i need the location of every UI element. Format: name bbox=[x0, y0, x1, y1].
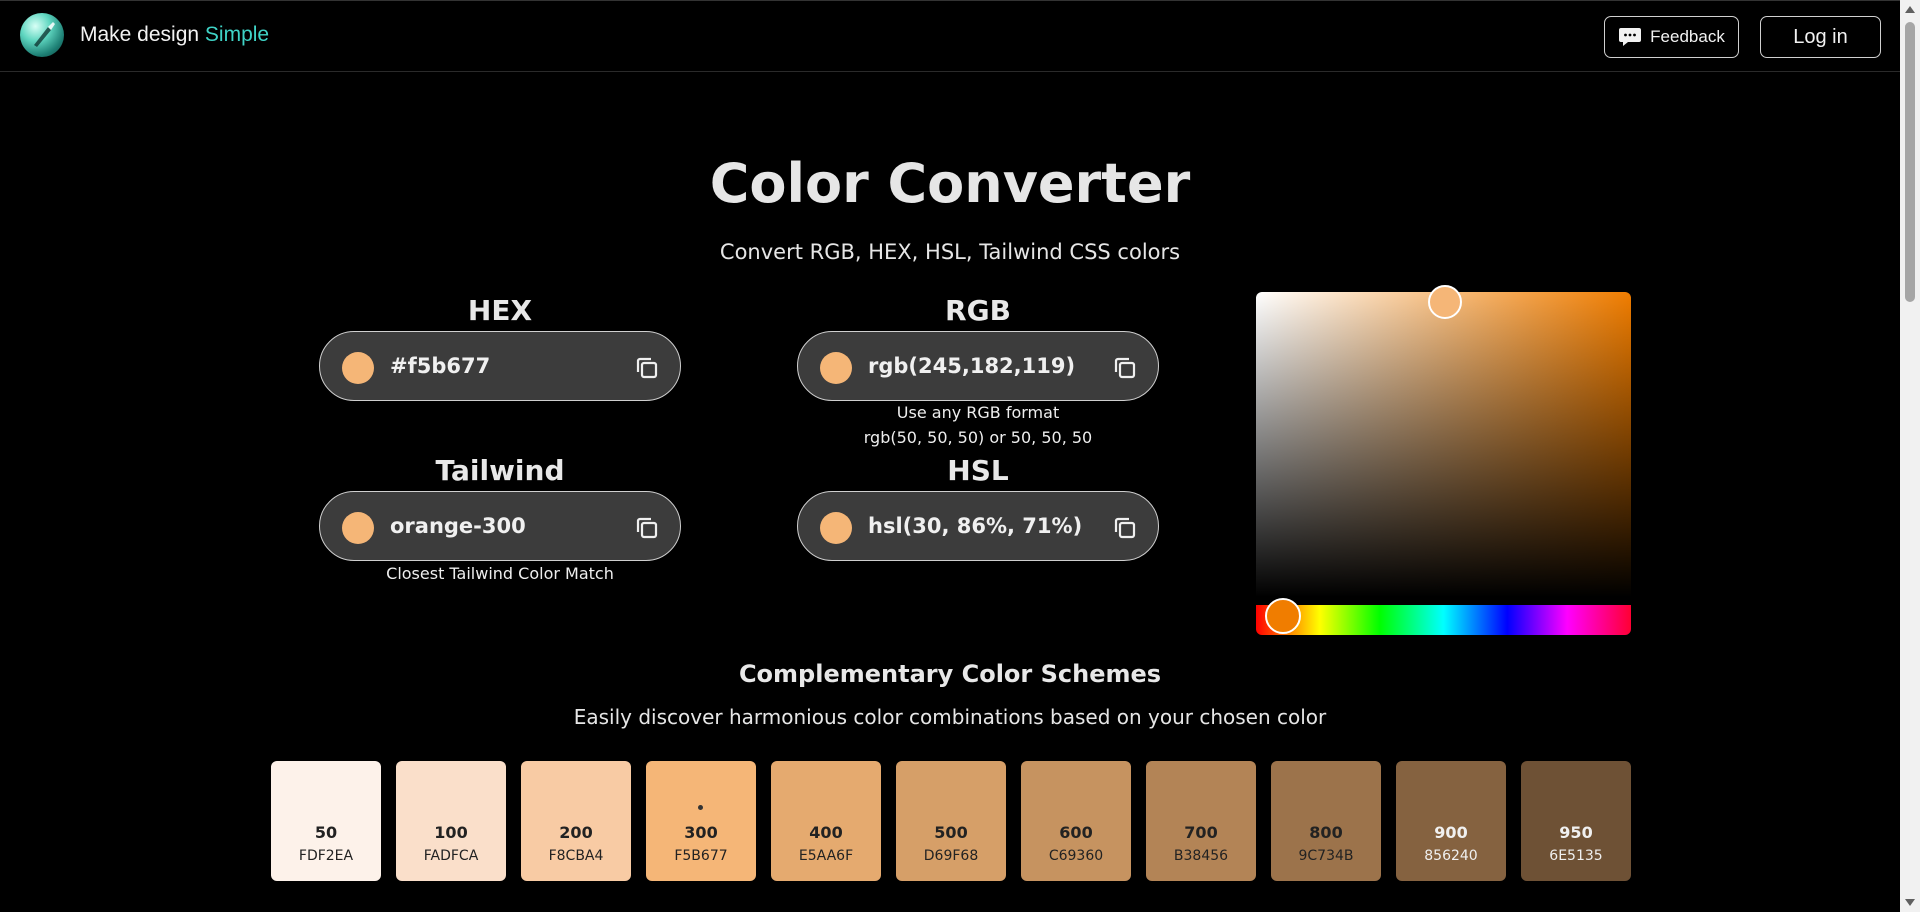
shade-tile-50[interactable]: 50 FDF2EA bbox=[271, 761, 381, 881]
rgb-hint: Use any RGB format rgb(50, 50, 50) or 50… bbox=[797, 400, 1159, 450]
shade-hex: C69360 bbox=[1048, 848, 1104, 864]
hex-color-swatch bbox=[342, 352, 374, 384]
rgb-hint-line-1: Use any RGB format bbox=[896, 403, 1060, 422]
shade-tile-600[interactable]: 600 C69360 bbox=[1021, 761, 1131, 881]
hsl-color-swatch bbox=[820, 512, 852, 544]
shade-hex: B38456 bbox=[1173, 848, 1229, 864]
shade-number: 600 bbox=[1059, 823, 1093, 842]
shade-tile-700[interactable]: 700 B38456 bbox=[1146, 761, 1256, 881]
copy-icon[interactable] bbox=[634, 355, 660, 381]
copy-icon[interactable] bbox=[1112, 355, 1138, 381]
shade-tile-950[interactable]: 950 6E5135 bbox=[1521, 761, 1631, 881]
shade-hex: F8CBA4 bbox=[548, 848, 604, 864]
brand-accent-text: Simple bbox=[204, 23, 270, 46]
shade-number: 400 bbox=[809, 823, 843, 842]
page-title: Color Converter bbox=[709, 152, 1191, 215]
brand-main-text: Make design bbox=[80, 23, 200, 46]
shade-tile-100[interactable]: 100 FADFCA bbox=[396, 761, 506, 881]
shade-tile-300[interactable]: 300 F5B677 bbox=[646, 761, 756, 881]
hsl-label: HSL bbox=[947, 454, 1009, 487]
scroll-up-arrow-icon[interactable] bbox=[1905, 6, 1915, 13]
page-subtitle: Convert RGB, HEX, HSL, Tailwind CSS colo… bbox=[719, 240, 1181, 264]
copy-icon[interactable] bbox=[634, 515, 660, 541]
shade-number: 100 bbox=[434, 823, 468, 842]
shade-tile-900[interactable]: 900 856240 bbox=[1396, 761, 1506, 881]
schemes-title: Complementary Color Schemes bbox=[738, 660, 1162, 688]
shade-palette: 50 FDF2EA 100 FADFCA 200 F8CBA4 300 F5B6… bbox=[271, 761, 1631, 881]
shade-tile-500[interactable]: 500 D69F68 bbox=[896, 761, 1006, 881]
page-scrollbar[interactable] bbox=[1900, 0, 1920, 912]
rgb-hint-line-2: rgb(50, 50, 50) or 50, 50, 50 bbox=[863, 428, 1093, 447]
feedback-button[interactable]: Feedback bbox=[1604, 16, 1739, 58]
hex-value[interactable]: #f5b677 bbox=[390, 354, 490, 378]
top-nav: Make design Simple Feedback Log in bbox=[0, 0, 1900, 72]
hsl-input[interactable]: hsl(30, 86%, 71%) bbox=[797, 491, 1159, 561]
shade-number: 300 bbox=[684, 823, 718, 842]
shade-number: 900 bbox=[1434, 823, 1468, 842]
shade-number: 800 bbox=[1309, 823, 1343, 842]
shade-hex: FADFCA bbox=[423, 848, 479, 864]
shade-number: 50 bbox=[314, 823, 338, 842]
shade-number: 200 bbox=[559, 823, 593, 842]
saturation-handle[interactable] bbox=[1428, 285, 1462, 319]
shade-number: 950 bbox=[1559, 823, 1593, 842]
tailwind-input[interactable]: orange-300 bbox=[319, 491, 681, 561]
chat-bubble-icon bbox=[1619, 28, 1642, 46]
brand-name[interactable]: Make design Simple bbox=[80, 23, 269, 47]
tailwind-value[interactable]: orange-300 bbox=[390, 514, 526, 538]
shade-tile-800[interactable]: 800 9C734B bbox=[1271, 761, 1381, 881]
tailwind-hint: Closest Tailwind Color Match bbox=[386, 564, 614, 583]
shade-hex: E5AA6F bbox=[798, 848, 854, 864]
tailwind-color-swatch bbox=[342, 512, 374, 544]
tailwind-label: Tailwind bbox=[435, 454, 565, 487]
hex-label: HEX bbox=[467, 294, 533, 327]
rgb-input[interactable]: rgb(245,182,119) bbox=[797, 331, 1159, 401]
hex-input[interactable]: #f5b677 bbox=[319, 331, 681, 401]
shade-number: 700 bbox=[1184, 823, 1218, 842]
logo-icon[interactable] bbox=[20, 13, 64, 57]
copy-icon[interactable] bbox=[1112, 515, 1138, 541]
scroll-down-arrow-icon[interactable] bbox=[1905, 899, 1915, 906]
shade-tile-200[interactable]: 200 F8CBA4 bbox=[521, 761, 631, 881]
scroll-thumb[interactable] bbox=[1905, 22, 1915, 302]
rgb-color-swatch bbox=[820, 352, 852, 384]
shade-hex: 6E5135 bbox=[1549, 848, 1603, 864]
shade-number: 500 bbox=[934, 823, 968, 842]
hue-slider[interactable] bbox=[1256, 605, 1631, 635]
saturation-value-picker[interactable] bbox=[1256, 292, 1631, 597]
shade-hex: 856240 bbox=[1424, 848, 1478, 864]
shade-hex: FDF2EA bbox=[298, 848, 354, 864]
login-label: Log in bbox=[1793, 25, 1848, 48]
login-button[interactable]: Log in bbox=[1760, 16, 1881, 58]
schemes-subtitle: Easily discover harmonious color combina… bbox=[573, 705, 1327, 729]
rgb-label: RGB bbox=[945, 294, 1011, 327]
shade-hex: 9C734B bbox=[1298, 848, 1354, 864]
rgb-value[interactable]: rgb(245,182,119) bbox=[868, 354, 1075, 378]
feedback-label: Feedback bbox=[1650, 27, 1725, 46]
shade-tile-400[interactable]: 400 E5AA6F bbox=[771, 761, 881, 881]
hue-handle[interactable] bbox=[1265, 598, 1301, 634]
selected-indicator-dot bbox=[698, 805, 703, 810]
shade-hex: D69F68 bbox=[923, 848, 979, 864]
shade-hex: F5B677 bbox=[674, 848, 728, 864]
hsl-value[interactable]: hsl(30, 86%, 71%) bbox=[868, 514, 1082, 538]
